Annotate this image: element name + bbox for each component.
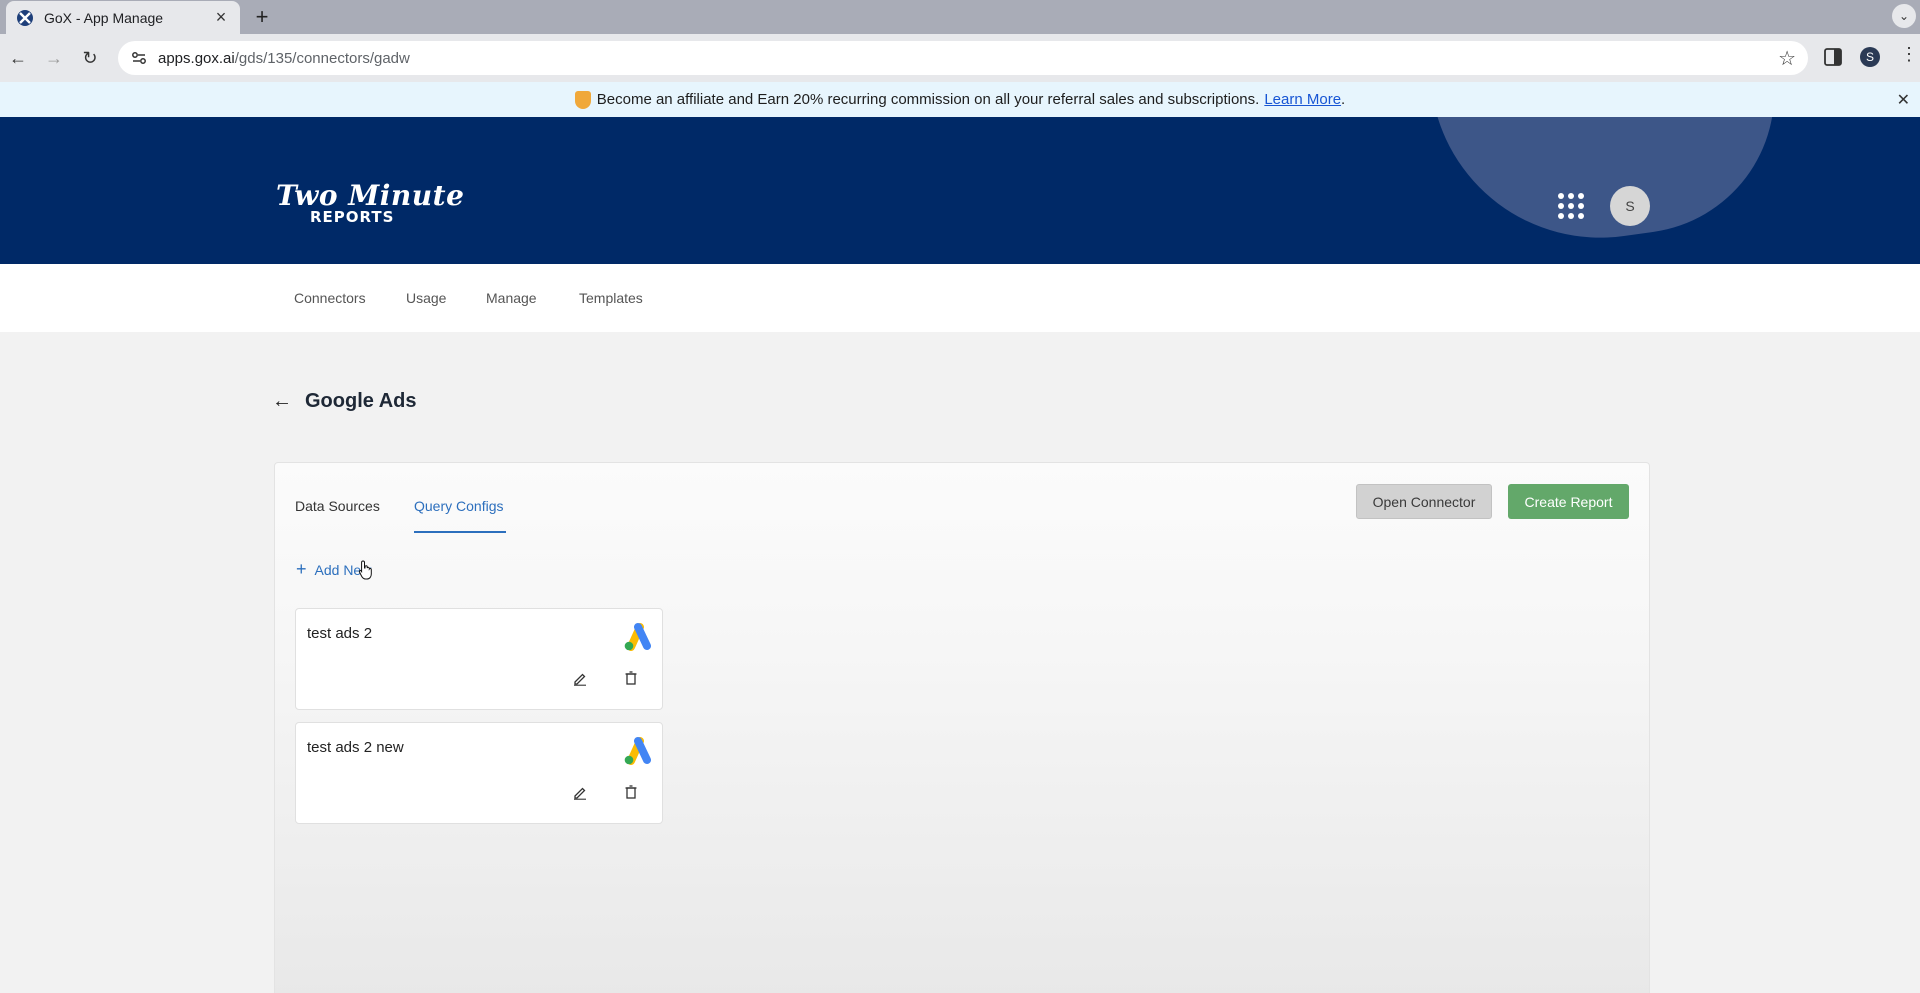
site-settings-icon[interactable] [130,49,148,67]
tab-data-sources[interactable]: Data Sources [295,498,380,514]
create-report-button[interactable]: Create Report [1508,484,1629,519]
banner-close-icon[interactable]: ✕ [1897,90,1910,110]
tab-query-configs[interactable]: Query Configs [414,498,503,514]
affiliate-badge-icon [574,90,591,109]
url-text: apps.gox.ai/gds/135/connectors/gadw [158,50,1778,67]
back-arrow-icon[interactable]: ← [272,390,292,413]
config-name: test ads 2 [307,625,373,642]
nav-item-manage[interactable]: Manage [486,290,537,306]
back-icon[interactable]: ← [6,46,30,70]
hand-cursor-icon [358,560,372,580]
two-minute-reports-logo[interactable]: Two Minute REPORTS [276,179,464,226]
bookmark-star-icon[interactable]: ☆ [1778,46,1796,71]
new-tab-icon[interactable]: + [250,4,274,30]
google-ads-logo-icon [624,737,651,765]
side-panel-icon[interactable] [1824,47,1842,67]
active-tab-indicator [414,531,506,533]
query-config-card[interactable]: test ads 2 [295,608,663,710]
url-path: /gds/135/connectors/gadw [234,49,410,67]
affiliate-banner: Become an affiliate and Earn 20% recurri… [0,82,1920,117]
nav-item-usage[interactable]: Usage [406,290,446,306]
plus-icon: + [296,559,307,579]
app-header: Two Minute REPORTS S [0,117,1920,264]
browser-profile-avatar[interactable]: S [1860,47,1880,67]
banner-period: . [1341,91,1346,108]
nav-item-templates[interactable]: Templates [579,290,643,306]
tab-close-icon[interactable]: × [212,7,230,28]
query-config-card[interactable]: test ads 2 new [295,722,663,824]
edit-icon[interactable] [573,786,587,800]
url-host: apps.gox.ai [158,49,235,67]
delete-icon[interactable] [625,671,637,685]
reload-icon[interactable]: ↻ [78,46,102,70]
google-ads-logo-icon [624,623,651,651]
main-nav: Connectors Usage Manage Templates [0,264,1920,332]
forward-icon[interactable]: → [42,46,66,70]
delete-icon[interactable] [625,785,637,799]
open-connector-button[interactable]: Open Connector [1356,484,1492,519]
address-bar[interactable]: apps.gox.ai/gds/135/connectors/gadw ☆ [118,41,1808,75]
tab-title: GoX - App Manage [44,9,164,26]
apps-grid-icon[interactable] [1558,193,1584,219]
gox-favicon-icon [17,9,33,26]
tab-search-chevron-icon[interactable]: ⌄ [1892,4,1916,28]
banner-text: Become an affiliate and Earn 20% recurri… [596,91,1260,108]
browser-tab-bar: GoX - App Manage × + ⌄ [0,0,1920,34]
user-avatar[interactable]: S [1610,186,1650,226]
nav-item-connectors[interactable]: Connectors [294,290,366,306]
browser-menu-icon[interactable]: ⋮ [1900,44,1918,65]
page-title: Google Ads [305,390,417,412]
learn-more-link[interactable]: Learn More [1264,91,1341,108]
header-decoration [1427,117,1793,260]
browser-tab[interactable]: GoX - App Manage × [6,1,240,34]
browser-toolbar: ← → ↻ apps.gox.ai/gds/135/connectors/gad… [0,34,1920,82]
config-name: test ads 2 new [307,739,404,756]
edit-icon[interactable] [573,672,587,686]
